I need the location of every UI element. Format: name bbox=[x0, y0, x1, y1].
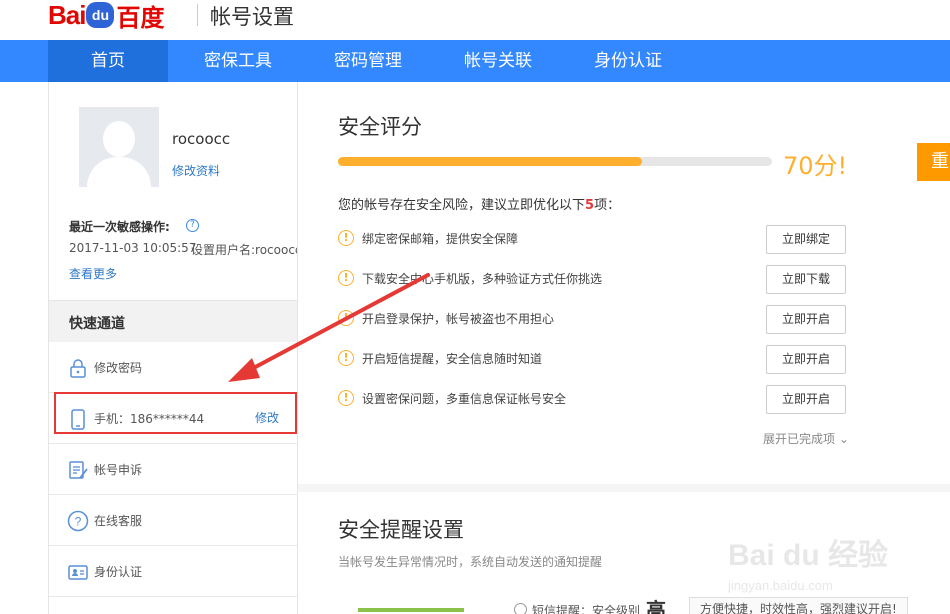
quick-item-label: 帐号申诉 bbox=[94, 463, 143, 477]
level-bar bbox=[358, 608, 464, 612]
annotation-highlight-box bbox=[54, 392, 297, 434]
risk-label: 下载安全中心手机版，多种验证方式任你挑选 bbox=[362, 272, 603, 286]
risk-summary: 您的帐号存在安全风险，建议立即优化以下5项： bbox=[338, 194, 620, 213]
sms-radio[interactable] bbox=[514, 603, 527, 614]
expand-completed-label: 展开已完成项 bbox=[763, 432, 836, 446]
view-more-link[interactable]: 查看更多 bbox=[69, 265, 117, 282]
quick-item-label: 身份认证 bbox=[94, 565, 143, 579]
baidu-logo[interactable]: Bai du 百度 bbox=[48, 0, 165, 32]
risk-item: ! 绑定密保邮箱，提供安全保障 立即绑定 bbox=[338, 225, 850, 255]
warning-icon: ! bbox=[338, 230, 354, 246]
logo-du-paw: du bbox=[86, 2, 115, 28]
level-value: 高 bbox=[646, 598, 666, 614]
warning-icon: ! bbox=[338, 350, 354, 366]
risk-count: 5 bbox=[585, 198, 595, 213]
sms-level-label: 短信提醒：安全级别 bbox=[532, 604, 641, 614]
quick-channel-header: 快速通道 bbox=[49, 300, 297, 342]
recent-op-label: 最近一次敏感操作: bbox=[69, 220, 170, 234]
page-title: 帐号设置 bbox=[210, 5, 294, 29]
quick-item-identity[interactable]: 身份认证 bbox=[49, 546, 297, 597]
appeal-icon bbox=[69, 461, 88, 479]
security-progress-track bbox=[338, 157, 772, 166]
download-app-button[interactable]: 立即下载 bbox=[766, 265, 846, 294]
recent-op-time: 2017-11-03 10:05:57 bbox=[69, 241, 197, 255]
security-score-title: 安全评分 bbox=[338, 115, 422, 139]
risk-summary-post: 项： bbox=[594, 198, 621, 213]
nav-security-tools[interactable]: 密保工具 bbox=[178, 40, 298, 82]
risk-label: 设置密保问题，多重信息保证帐号安全 bbox=[362, 392, 567, 406]
lock-icon bbox=[70, 359, 86, 378]
quick-item-change-password[interactable]: 修改密码 bbox=[49, 342, 297, 393]
section-divider bbox=[298, 484, 950, 492]
set-security-question-button[interactable]: 立即开启 bbox=[766, 385, 846, 414]
bind-email-button[interactable]: 立即绑定 bbox=[766, 225, 846, 254]
svg-text:?: ? bbox=[75, 515, 82, 529]
warning-icon: ! bbox=[338, 390, 354, 406]
nav-identity[interactable]: 身份认证 bbox=[568, 40, 688, 82]
edit-profile-link[interactable]: 修改资料 bbox=[172, 162, 220, 179]
chevron-down-icon: ⌄ bbox=[838, 432, 849, 446]
risk-label: 开启登录保护，帐号被盗也不用担心 bbox=[362, 312, 555, 326]
expand-completed-link[interactable]: 展开已完成项 ⌄ bbox=[763, 430, 849, 447]
risk-summary-pre: 您的帐号存在安全风险，建议立即优化以下 bbox=[338, 198, 586, 213]
risk-item: ! 设置密保问题，多重信息保证帐号安全 立即开启 bbox=[338, 385, 850, 415]
main-nav: 首页 密保工具 密码管理 帐号关联 身份认证 bbox=[0, 40, 950, 82]
security-score: 70分! bbox=[783, 152, 848, 180]
logo-cn: 百度 bbox=[116, 3, 165, 32]
quick-item-appeal[interactable]: 帐号申诉 bbox=[49, 444, 297, 495]
quick-item-label: 修改密码 bbox=[94, 361, 143, 375]
warning-icon: ! bbox=[338, 270, 354, 286]
risk-item: ! 开启短信提醒，安全信息随时知道 立即开启 bbox=[338, 345, 850, 375]
risk-item: ! 下载安全中心手机版，多种验证方式任你挑选 立即下载 bbox=[338, 265, 850, 295]
username: rocoocc bbox=[172, 130, 231, 148]
nav-home[interactable]: 首页 bbox=[48, 40, 168, 82]
logo-bai: Bai bbox=[48, 0, 86, 30]
watermark-small: jingyan.baidu.com bbox=[728, 578, 833, 593]
security-progress-fill bbox=[338, 157, 642, 166]
baidu-jingyan-watermark: Bai du 经验 jingyan.baidu.com bbox=[728, 530, 898, 600]
warning-icon: ! bbox=[338, 310, 354, 326]
enable-login-protect-button[interactable]: 立即开启 bbox=[766, 305, 846, 334]
avatar-head bbox=[103, 121, 135, 157]
nav-account-link[interactable]: 帐号关联 bbox=[438, 40, 558, 82]
help-circle-icon: ? bbox=[67, 510, 89, 532]
risk-item: ! 开启登录保护，帐号被盗也不用担心 立即开启 bbox=[338, 305, 850, 335]
avatar[interactable] bbox=[79, 107, 159, 187]
risk-label: 绑定密保邮箱，提供安全保障 bbox=[362, 232, 519, 246]
rescan-button[interactable]: 重 bbox=[917, 143, 950, 181]
quick-item-label: 在线客服 bbox=[94, 514, 143, 528]
notice-settings-title: 安全提醒设置 bbox=[338, 518, 464, 542]
top-header: Bai du 百度 帐号设置 bbox=[0, 0, 950, 40]
id-card-icon bbox=[68, 565, 88, 580]
quick-channel-title: 快速通道 bbox=[69, 316, 125, 332]
watermark-big: Bai du 经验 bbox=[728, 539, 889, 572]
enable-sms-alert-button[interactable]: 立即开启 bbox=[766, 345, 846, 374]
sidebar: rocoocc 修改资料 最近一次敏感操作: ? 2017-11-03 10:0… bbox=[48, 82, 298, 614]
quick-item-online-service[interactable]: ? 在线客服 bbox=[49, 495, 297, 546]
nav-password-management[interactable]: 密码管理 bbox=[308, 40, 428, 82]
recent-op-action: 设置用户名:rocoocc bbox=[191, 243, 297, 257]
avatar-body bbox=[87, 157, 151, 187]
question-icon[interactable]: ? bbox=[186, 219, 199, 232]
header-divider bbox=[197, 4, 198, 26]
risk-label: 开启短信提醒，安全信息随时知道 bbox=[362, 352, 543, 366]
notice-settings-desc: 当帐号发生异常情况时，系统自动发送的通知提醒 bbox=[338, 555, 603, 569]
